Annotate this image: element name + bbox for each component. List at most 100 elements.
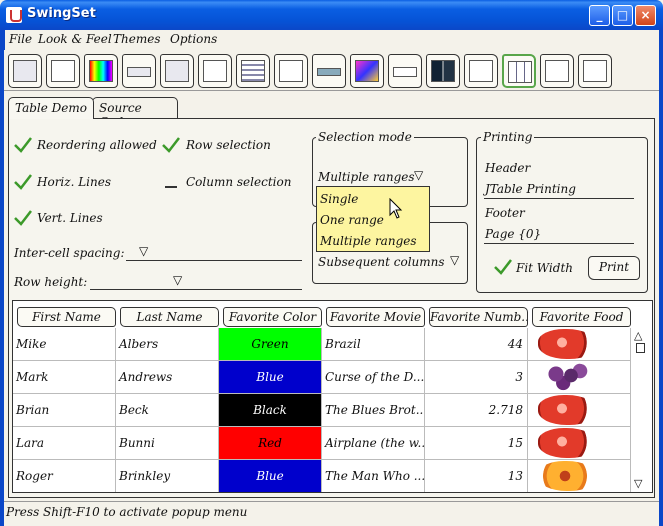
table-cell-movie[interactable]: The Blues Brot... bbox=[322, 394, 425, 427]
option-pane-demo-button[interactable] bbox=[274, 54, 308, 88]
table-cell-number[interactable]: 15 bbox=[425, 427, 528, 460]
table-cell-number[interactable]: 2.718 bbox=[425, 394, 528, 427]
menu-themes[interactable]: Themes bbox=[113, 32, 160, 46]
checkmark-icon bbox=[14, 174, 32, 190]
table-cell-last[interactable]: Andrews bbox=[116, 361, 219, 394]
table-cell-first[interactable]: Brian bbox=[13, 394, 116, 427]
row-height-dropdown[interactable]: ▽ bbox=[173, 273, 182, 287]
table-cell-last[interactable]: Bunni bbox=[116, 427, 219, 460]
selection-mode-combo[interactable]: Multiple ranges bbox=[318, 170, 415, 184]
table-cell-number[interactable]: 44 bbox=[425, 328, 528, 361]
progress-bar-demo-button[interactable] bbox=[312, 54, 346, 88]
table-cell-last[interactable]: Brinkley bbox=[116, 460, 219, 492]
slider-demo-button[interactable] bbox=[388, 54, 422, 88]
image-scroll-icon bbox=[355, 60, 379, 82]
peach-icon bbox=[538, 461, 598, 491]
autoresize-dropdown[interactable]: ▽ bbox=[450, 253, 460, 267]
table-icon bbox=[508, 61, 532, 83]
table-cell-movie[interactable]: Curse of the D... bbox=[322, 361, 425, 394]
table-cell-color[interactable]: Blue bbox=[219, 361, 322, 394]
scrollbar-thumb[interactable] bbox=[636, 343, 645, 353]
minimize-button[interactable]: _ bbox=[589, 5, 610, 26]
vertical-scrollbar[interactable]: △ ▽ bbox=[634, 329, 648, 491]
menu-options[interactable]: Options bbox=[170, 32, 217, 46]
column-header-favorite-color[interactable]: Favorite Color bbox=[223, 307, 322, 327]
column-selection-label: Column selection bbox=[186, 175, 292, 189]
row-selection-checkbox[interactable] bbox=[162, 137, 180, 153]
table-cell-first[interactable]: Mike bbox=[13, 328, 116, 361]
table-cell-first[interactable]: Roger bbox=[13, 460, 116, 492]
table-cell-first[interactable]: Mark bbox=[13, 361, 116, 394]
intercell-spacing-dropdown[interactable]: ▽ bbox=[139, 244, 148, 258]
checkbox-radio-icon bbox=[51, 60, 75, 82]
table-cell-movie[interactable]: The Man Who ... bbox=[322, 460, 425, 492]
file-chooser-demo-button[interactable] bbox=[160, 54, 194, 88]
header-field[interactable]: JTable Printing bbox=[485, 182, 576, 196]
table-cell-food[interactable] bbox=[528, 328, 631, 361]
maximize-button[interactable]: □ bbox=[612, 5, 633, 26]
reordering-checkbox[interactable] bbox=[14, 137, 32, 153]
column-header-first-name[interactable]: First Name bbox=[17, 307, 116, 327]
window-border-left bbox=[0, 30, 4, 526]
row-height-combo[interactable] bbox=[90, 289, 302, 290]
table-cell-color[interactable]: Green bbox=[219, 328, 322, 361]
table-cell-food[interactable] bbox=[528, 460, 631, 492]
table-cell-color[interactable]: Blue bbox=[219, 460, 322, 492]
print-button[interactable]: Print bbox=[588, 256, 640, 280]
table-cell-last[interactable]: Albers bbox=[116, 328, 219, 361]
strawberry-icon bbox=[538, 329, 598, 359]
table-cell-movie[interactable]: Brazil bbox=[322, 328, 425, 361]
tree-icon bbox=[583, 60, 607, 82]
list-demo-button[interactable] bbox=[236, 54, 270, 88]
footer-field-underline bbox=[484, 243, 634, 244]
tabbed-pane-demo-button[interactable] bbox=[464, 54, 498, 88]
scroll-down-arrow-icon[interactable]: ▽ bbox=[634, 477, 642, 490]
fit-width-checkbox[interactable] bbox=[494, 259, 512, 275]
table-cell-food[interactable] bbox=[528, 394, 631, 427]
horiz-lines-label: Horiz. Lines bbox=[37, 175, 112, 189]
button-demo-button[interactable] bbox=[46, 54, 80, 88]
footer-field[interactable]: Page {0} bbox=[485, 227, 541, 241]
scroll-pane-demo-button[interactable] bbox=[350, 54, 384, 88]
table-cell-movie[interactable]: Airplane (the w... bbox=[322, 427, 425, 460]
column-header-favorite-food[interactable]: Favorite Food bbox=[532, 307, 631, 327]
popup-item-one-range[interactable]: One range bbox=[320, 213, 384, 227]
menu-look-and-feel[interactable]: Look & Feel bbox=[38, 32, 112, 46]
tooltip-demo-button[interactable] bbox=[540, 54, 574, 88]
scroll-up-arrow-icon[interactable]: △ bbox=[634, 329, 642, 342]
editor-pane-demo-button[interactable] bbox=[198, 54, 232, 88]
slider-icon bbox=[393, 67, 417, 77]
table-cell-first[interactable]: Lara bbox=[13, 427, 116, 460]
split-pane-demo-button[interactable] bbox=[426, 54, 460, 88]
table-cell-number[interactable]: 13 bbox=[425, 460, 528, 492]
selection-mode-dropdown[interactable]: ▽ bbox=[414, 168, 423, 182]
selection-mode-popup: Single One range Multiple ranges bbox=[316, 186, 430, 252]
intercell-spacing-combo[interactable] bbox=[126, 260, 302, 261]
table-cell-food[interactable] bbox=[528, 427, 631, 460]
column-header-last-name[interactable]: Last Name bbox=[120, 307, 219, 327]
table-cell-color[interactable]: Red bbox=[219, 427, 322, 460]
column-selection-checkbox[interactable] bbox=[165, 186, 177, 188]
internal-frame-demo-button[interactable] bbox=[8, 54, 42, 88]
tab-source-code[interactable]: Source Code bbox=[92, 97, 178, 129]
table-demo-button[interactable] bbox=[502, 54, 536, 88]
menu-file[interactable]: File bbox=[9, 32, 32, 46]
tab-table-demo[interactable]: Table Demo bbox=[8, 97, 94, 119]
data-table[interactable]: First Name Last Name Favorite Color Favo… bbox=[12, 300, 653, 493]
vert-lines-checkbox[interactable] bbox=[14, 210, 32, 226]
table-cell-number[interactable]: 3 bbox=[425, 361, 528, 394]
table-cell-food[interactable] bbox=[528, 361, 631, 394]
table-cell-color[interactable]: Black bbox=[219, 394, 322, 427]
autoresize-combo[interactable]: Subsequent columns bbox=[318, 255, 445, 269]
combobox-demo-button[interactable] bbox=[122, 54, 156, 88]
table-cell-last[interactable]: Beck bbox=[116, 394, 219, 427]
close-button[interactable]: × bbox=[635, 5, 656, 26]
column-header-favorite-number[interactable]: Favorite Numb... bbox=[429, 307, 528, 327]
tree-demo-button[interactable] bbox=[578, 54, 612, 88]
color-chooser-demo-button[interactable] bbox=[84, 54, 118, 88]
popup-item-single[interactable]: Single bbox=[320, 192, 358, 206]
popup-item-multiple-ranges[interactable]: Multiple ranges bbox=[320, 234, 417, 248]
horiz-lines-checkbox[interactable] bbox=[14, 174, 32, 190]
chevron-down-icon: ▽ bbox=[139, 244, 149, 258]
column-header-favorite-movie[interactable]: Favorite Movie bbox=[326, 307, 425, 327]
